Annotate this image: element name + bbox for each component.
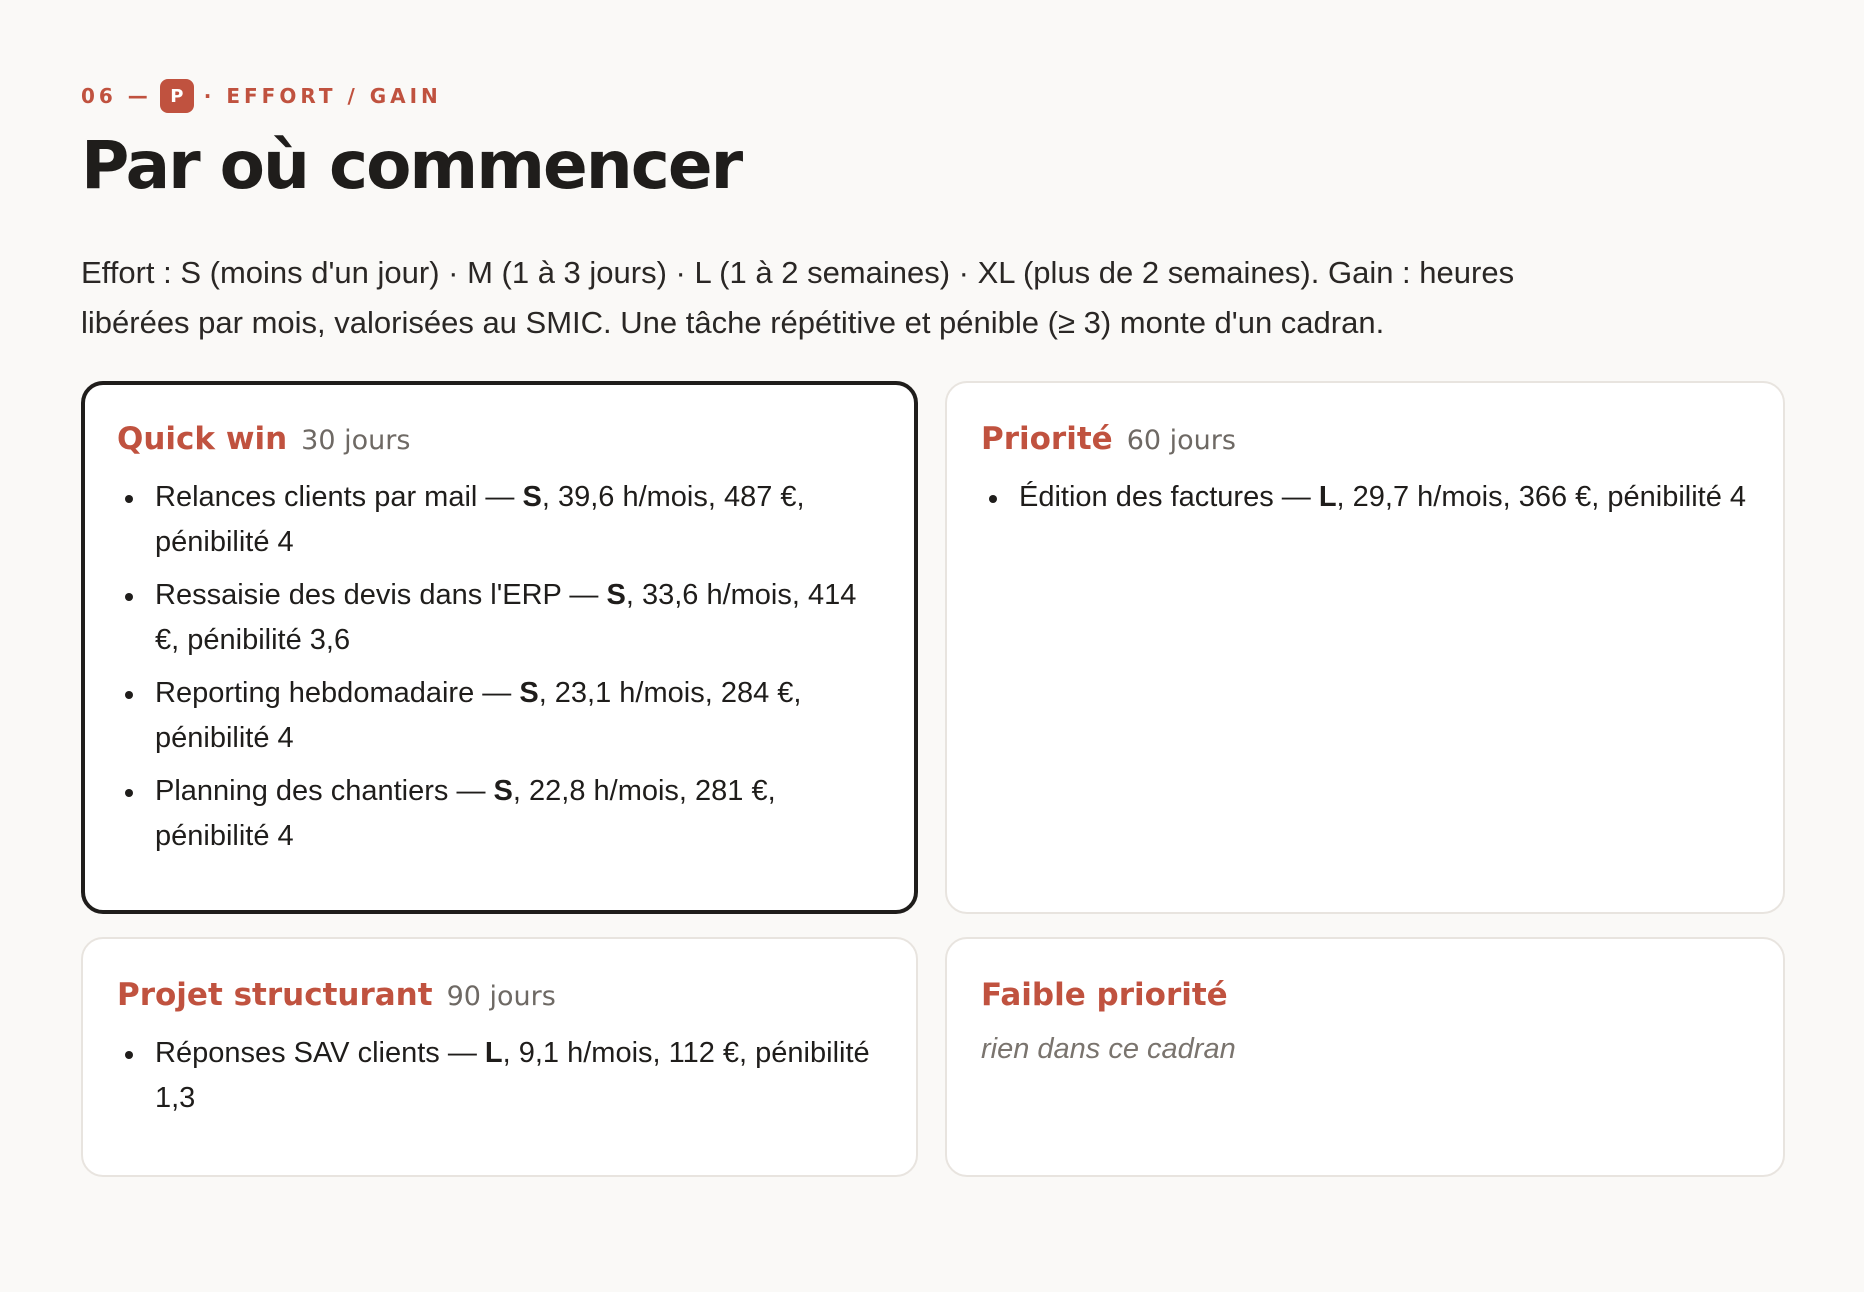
task-details: , 29,7 h/mois, 366 €, pénibilité 4 <box>1336 481 1747 513</box>
quadrant-faible-priorite: Faible priorité rien dans ce cadran <box>945 937 1785 1177</box>
quadrant-title: Priorité <box>981 421 1113 457</box>
task-item: Édition des factures — L, 29,7 h/mois, 3… <box>981 475 1749 520</box>
task-item: Relances clients par mail — S, 39,6 h/mo… <box>117 475 882 565</box>
task-item: Reporting hebdomadaire — S, 23,1 h/mois,… <box>117 671 882 761</box>
page: 06 — P · EFFORT / GAIN Par où commencer … <box>0 0 1864 1292</box>
quadrant-period: 60 jours <box>1126 425 1236 456</box>
task-list: Édition des factures — L, 29,7 h/mois, 3… <box>981 475 1749 520</box>
task-effort: S <box>606 579 626 611</box>
quadrant-period: 30 jours <box>301 425 411 456</box>
task-list: Réponses SAV clients — L, 9,1 h/mois, 11… <box>117 1031 882 1121</box>
quadrant-period: 90 jours <box>446 981 556 1012</box>
quadrant-priorite: Priorité 60 jours Édition des factures —… <box>945 381 1785 914</box>
quadrant-title: Quick win <box>117 421 288 457</box>
task-label: Ressaisie des devis dans l'ERP — <box>155 579 599 611</box>
section-eyebrow: 06 — P · EFFORT / GAIN <box>81 79 1783 113</box>
quadrant-header: Faible priorité <box>981 977 1749 1013</box>
quadrant-header: Quick win 30 jours <box>117 421 882 457</box>
task-label: Réponses SAV clients — <box>155 1037 477 1069</box>
quadrant-header: Priorité 60 jours <box>981 421 1749 457</box>
task-effort: S <box>493 775 513 807</box>
empty-quadrant-note: rien dans ce cadran <box>981 1033 1236 1065</box>
task-effort: L <box>1318 481 1337 513</box>
section-label: · EFFORT / GAIN <box>203 84 442 108</box>
task-label: Relances clients par mail — <box>155 481 515 513</box>
section-badge: P <box>159 79 194 113</box>
quadrant-title: Projet structurant <box>117 977 433 1013</box>
task-label: Reporting hebdomadaire — <box>155 677 512 709</box>
task-effort: S <box>519 677 539 709</box>
quadrant-header: Projet structurant 90 jours <box>117 977 882 1013</box>
quadrant-projet-structurant: Projet structurant 90 jours Réponses SAV… <box>81 937 918 1177</box>
quadrant-quick-win: Quick win 30 jours Relances clients par … <box>81 381 918 914</box>
task-item: Planning des chantiers — S, 22,8 h/mois,… <box>117 769 882 859</box>
task-effort: L <box>484 1037 503 1069</box>
quadrant-title: Faible priorité <box>981 977 1228 1013</box>
task-effort: S <box>522 481 542 513</box>
task-list: Relances clients par mail — S, 39,6 h/mo… <box>117 475 882 859</box>
page-title: Par où commencer <box>81 127 743 204</box>
intro-paragraph: Effort : S (moins d'un jour) · M (1 à 3 … <box>81 254 1515 340</box>
task-item: Réponses SAV clients — L, 9,1 h/mois, 11… <box>117 1031 882 1121</box>
task-label: Planning des chantiers — <box>155 775 486 807</box>
section-number: 06 — <box>81 84 152 108</box>
task-label: Édition des factures — <box>1019 481 1311 513</box>
task-item: Ressaisie des devis dans l'ERP — S, 33,6… <box>117 573 882 663</box>
